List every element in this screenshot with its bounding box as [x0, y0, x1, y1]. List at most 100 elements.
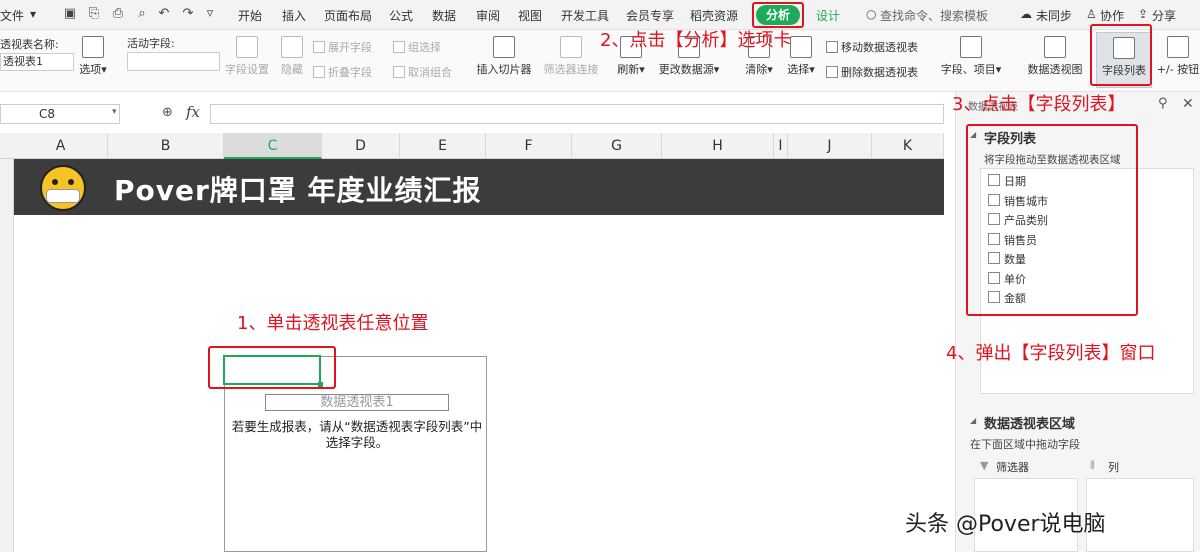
column-f[interactable]: F	[486, 133, 572, 159]
annotation-step1: 1、单击透视表任意位置	[237, 313, 429, 334]
plus-minus-icon	[1167, 36, 1189, 58]
annotation-step4: 4、弹出【字段列表】窗口	[946, 343, 1156, 364]
mask-face-icon	[40, 165, 86, 211]
column-area-label: 列	[1108, 461, 1119, 474]
pivot-chart-button[interactable]: 数据透视图	[1026, 36, 1084, 77]
tab-insert[interactable]: 插入	[282, 7, 306, 24]
tab-formula[interactable]: 公式	[389, 7, 413, 24]
redo-icon[interactable]: ↷	[180, 6, 196, 22]
hide-button[interactable]: 隐藏	[278, 36, 306, 77]
areas-title: 数据透视表区域	[984, 417, 1076, 432]
plus-minus-buttons-button[interactable]: +/- 按钮	[1156, 36, 1200, 77]
fields-items-button[interactable]: 字段、项目▾	[940, 36, 1002, 77]
pivot-chart-icon	[1044, 36, 1066, 58]
tab-data[interactable]: 数据	[432, 7, 456, 24]
tab-page-layout[interactable]: 页面布局	[324, 7, 372, 24]
insert-slicer-button[interactable]: 插入切片器	[473, 36, 535, 77]
zoom-icon[interactable]: ⊕	[162, 105, 173, 120]
pivot-name-label: 透视表名称:	[0, 38, 59, 51]
column-k[interactable]: K	[872, 133, 944, 159]
preview-icon[interactable]: ⌕	[134, 6, 150, 22]
tab-design[interactable]: 设计	[816, 7, 840, 24]
user-icon: ♙	[1086, 7, 1097, 21]
unsynced-button[interactable]: 未同步	[1036, 7, 1072, 24]
group-icon	[393, 41, 405, 53]
expand-icon	[313, 41, 325, 53]
areas-hint: 在下面区域中拖动字段	[970, 438, 1080, 451]
filter-icon: ▼	[980, 459, 989, 472]
collab-button[interactable]: 协作	[1100, 7, 1124, 24]
watermark: 头条 @Pover说电脑	[905, 512, 1106, 537]
share-button[interactable]: 分享	[1152, 7, 1176, 24]
filter-area-label: 筛选器	[996, 461, 1029, 474]
chevron-down-icon[interactable]: ▾	[30, 7, 36, 21]
highlight-pivot-cell	[208, 346, 336, 389]
column-i[interactable]: I	[774, 133, 788, 159]
chevron-down-icon[interactable]: ▾	[112, 107, 117, 117]
annotation-step2: 2、点击【分析】选项卡	[600, 30, 792, 51]
title-banner: Pover牌口罩 年度业绩汇报	[14, 159, 944, 215]
options-icon	[82, 36, 104, 58]
save-icon[interactable]: ▣	[62, 6, 78, 22]
column-e[interactable]: E	[400, 133, 486, 159]
field-settings-icon	[236, 36, 258, 58]
column-d[interactable]: D	[322, 133, 400, 159]
pivot-table-name: 数据透视表1	[265, 394, 449, 411]
banner-title: Pover牌口罩 年度业绩汇报	[114, 174, 482, 207]
column-c[interactable]: C	[224, 133, 322, 159]
file-menu[interactable]: 文件	[0, 7, 24, 24]
column-header: A B C D E F G H I J K	[0, 133, 944, 159]
name-box[interactable]: C8	[0, 104, 120, 124]
share-icon: ⇪	[1138, 7, 1149, 21]
close-icon[interactable]: ✕	[1182, 96, 1194, 112]
collapse-field-button[interactable]: 折叠字段	[313, 64, 372, 80]
pivot-table-hint: 若要生成报表，请从“数据透视表字段列表”中选择字段。	[231, 419, 483, 450]
cloud-icon: ☁	[1020, 7, 1032, 21]
ungroup-button[interactable]: 取消组合	[393, 64, 452, 80]
active-field-input[interactable]	[127, 52, 220, 71]
column-h[interactable]: H	[662, 133, 774, 159]
filter-connection-button[interactable]: 筛选器连接	[540, 36, 602, 77]
move-pivot-button[interactable]: 移动数据透视表	[826, 39, 918, 55]
expand-field-button[interactable]: 展开字段	[313, 39, 372, 55]
fx-icon	[960, 36, 982, 58]
group-selection-button[interactable]: 组选择	[393, 39, 441, 55]
select-icon	[790, 36, 812, 58]
tab-developer[interactable]: 开发工具	[561, 7, 609, 24]
column-b[interactable]: B	[108, 133, 224, 159]
slicer-icon	[493, 36, 515, 58]
export-icon[interactable]: ⎘	[86, 6, 102, 22]
undo-icon[interactable]: ↶	[156, 6, 172, 22]
tab-home[interactable]: 开始	[238, 7, 262, 24]
column-area-icon: ⦀	[1090, 459, 1095, 472]
field-settings-button[interactable]: 字段设置	[224, 36, 270, 77]
search-icon: ○	[866, 7, 877, 21]
row-header[interactable]	[0, 159, 14, 552]
print-icon[interactable]: ⎙	[110, 6, 126, 22]
highlight-analyze-tab	[752, 2, 804, 28]
active-field-label: 活动字段:	[127, 37, 175, 50]
tab-review[interactable]: 审阅	[476, 7, 500, 24]
tab-member[interactable]: 会员专享	[626, 7, 674, 24]
column-g[interactable]: G	[572, 133, 662, 159]
tab-view[interactable]: 视图	[518, 7, 542, 24]
highlight-field-list-button	[1090, 24, 1152, 86]
command-search[interactable]: 查找命令、搜索模板	[880, 7, 988, 24]
options-button[interactable]: 选项▾	[78, 36, 108, 77]
customize-icon[interactable]: ▿	[202, 6, 218, 22]
pivot-name-input[interactable]: 透视表1	[0, 53, 74, 71]
move-pivot-icon	[826, 41, 838, 53]
delete-pivot-button[interactable]: 删除数据透视表	[826, 64, 918, 80]
collapse-icon	[313, 66, 325, 78]
column-j[interactable]: J	[788, 133, 872, 159]
delete-pivot-icon	[826, 66, 838, 78]
formula-input[interactable]	[210, 104, 944, 124]
fx-label[interactable]: fx	[186, 103, 200, 121]
tab-docer[interactable]: 稻壳资源	[690, 7, 738, 24]
pin-icon[interactable]: ⚲	[1158, 96, 1168, 111]
annotation-step3: 3、点击【字段列表】	[952, 94, 1126, 115]
column-a[interactable]: A	[14, 133, 108, 159]
formula-bar: C8 ▾ ⊕ fx	[0, 97, 944, 133]
collapse-triangle-icon[interactable]: ◢	[970, 416, 976, 425]
filter-connection-icon	[560, 36, 582, 58]
